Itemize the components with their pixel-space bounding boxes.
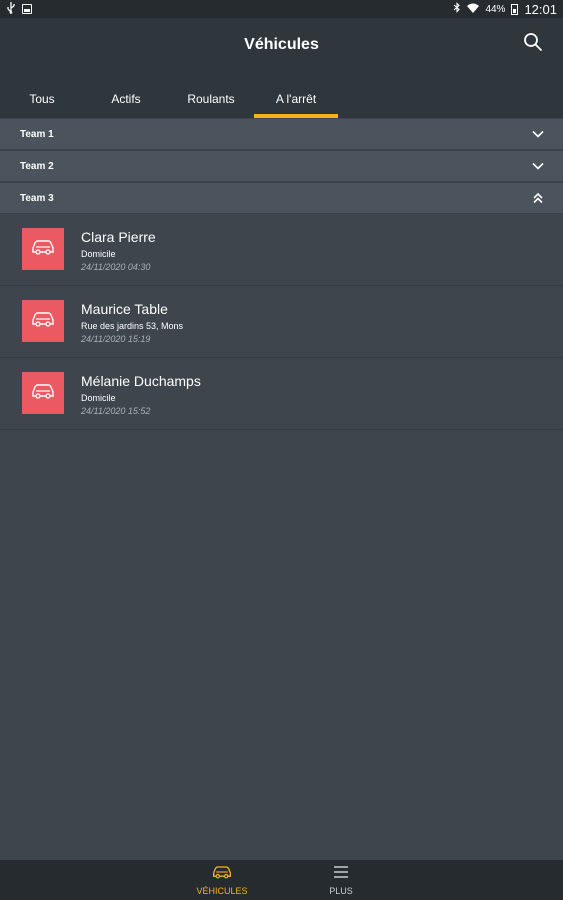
menu-icon xyxy=(333,865,349,884)
search-icon xyxy=(523,32,543,57)
group-team-3[interactable]: Team 3 xyxy=(0,183,563,214)
group-label: Team 2 xyxy=(20,160,54,172)
vehicle-status-tile xyxy=(22,372,64,414)
car-icon xyxy=(212,865,232,884)
usb-icon xyxy=(6,1,16,17)
vehicle-status-tile xyxy=(22,300,64,342)
chevron-down-icon xyxy=(531,127,545,141)
car-icon xyxy=(31,311,55,332)
wifi-icon xyxy=(467,3,480,16)
group-label: Team 3 xyxy=(20,192,54,204)
vehicle-row[interactable]: Mélanie Duchamps Domicile 24/11/2020 15:… xyxy=(0,358,563,430)
tab-roulants[interactable]: Roulants xyxy=(169,80,253,118)
vehicle-driver-name: Maurice Table xyxy=(81,301,168,317)
nav-vehicles[interactable]: VÉHICULES xyxy=(177,865,267,897)
bottom-navigation: VÉHICULES PLUS xyxy=(0,860,563,900)
vehicle-timestamp: 24/11/2020 15:52 xyxy=(81,406,151,416)
car-icon xyxy=(31,383,55,404)
battery-icon xyxy=(511,3,519,15)
bluetooth-icon xyxy=(453,2,461,16)
tab-bar: Tous Actifs Roulants A l'arrêt xyxy=(0,80,563,118)
tab-a-l-arret[interactable]: A l'arrêt xyxy=(254,80,338,118)
vehicle-location: Rue des jardins 53, Mons xyxy=(81,321,184,331)
group-team-1[interactable]: Team 1 xyxy=(0,119,563,150)
nav-more-label: PLUS xyxy=(329,886,353,896)
app-header: Véhicules Tous Actifs Roulants A l'arrêt xyxy=(0,18,563,118)
page-title: Véhicules xyxy=(244,36,319,53)
vehicle-timestamp: 24/11/2020 04:30 xyxy=(81,262,151,272)
group-team-2[interactable]: Team 2 xyxy=(0,151,563,182)
vehicle-row[interactable]: Clara Pierre Domicile 24/11/2020 04:30 xyxy=(0,214,563,286)
tab-actifs[interactable]: Actifs xyxy=(84,80,168,118)
clock: 12:01 xyxy=(524,1,557,17)
active-tab-indicator xyxy=(254,114,338,118)
vehicle-location: Domicile xyxy=(81,393,116,403)
status-bar: 44% 12:01 xyxy=(0,0,563,18)
battery-percent: 44% xyxy=(485,3,506,15)
status-right: 44% 12:01 xyxy=(453,2,557,17)
search-button[interactable] xyxy=(521,32,545,56)
status-left xyxy=(6,1,32,17)
vehicle-driver-name: Mélanie Duchamps xyxy=(81,373,201,389)
vehicle-location: Domicile xyxy=(81,249,116,259)
double-chevron-up-icon xyxy=(531,191,545,205)
image-notification-icon xyxy=(22,4,32,14)
chevron-down-icon xyxy=(531,159,545,173)
car-icon xyxy=(31,239,55,260)
vehicle-row[interactable]: Maurice Table Rue des jardins 53, Mons 2… xyxy=(0,286,563,358)
vehicle-status-tile xyxy=(22,228,64,270)
tab-tous[interactable]: Tous xyxy=(0,80,84,118)
vehicle-driver-name: Clara Pierre xyxy=(81,229,156,245)
nav-vehicles-label: VÉHICULES xyxy=(196,886,248,896)
vehicle-timestamp: 24/11/2020 15:19 xyxy=(81,334,151,344)
group-label: Team 1 xyxy=(20,128,54,140)
nav-more[interactable]: PLUS xyxy=(296,865,386,897)
